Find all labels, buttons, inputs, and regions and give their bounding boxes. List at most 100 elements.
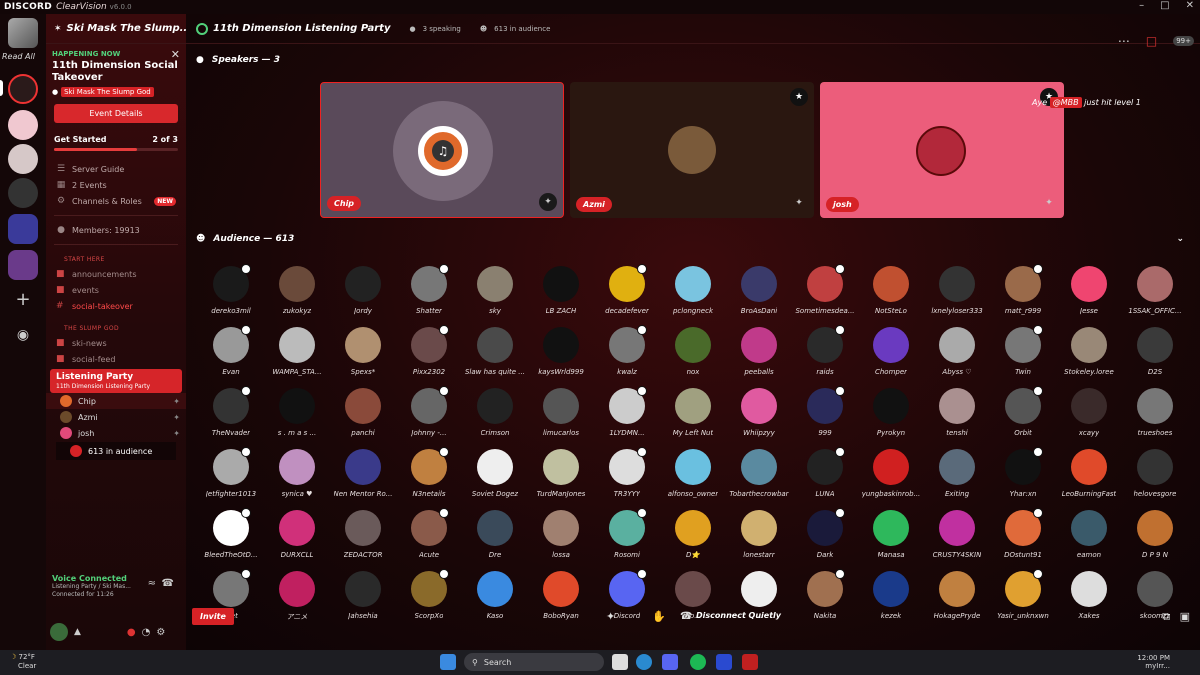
audience-member[interactable]: pclongneck	[660, 266, 726, 322]
audience-member[interactable]: Johnny -...	[396, 386, 462, 444]
audience-member[interactable]: alfonso_owner	[660, 449, 726, 505]
server-header[interactable]: ✶ Ski Mask The Slump... ⌄	[46, 14, 203, 44]
channel-events[interactable]: ■ events	[46, 282, 186, 298]
audience-member[interactable]: TheNvader	[198, 386, 264, 444]
audience-member[interactable]: DURXCLL	[264, 510, 330, 566]
audience-member[interactable]: LeoBurningFast	[1056, 449, 1122, 505]
audience-member[interactable]: Soviet Dogez	[462, 449, 528, 505]
audience-member[interactable]: Abyss ♡	[924, 327, 990, 383]
more-options-icon[interactable]: ⋯	[1118, 34, 1130, 48]
audience-member[interactable]: TR3YYY	[594, 447, 660, 505]
audience-member[interactable]: Sometimesdea...	[792, 264, 858, 322]
home-avatar[interactable]	[8, 18, 38, 48]
audience-member[interactable]: N3netails	[396, 447, 462, 505]
audience-member[interactable]: LB ZACH	[528, 266, 594, 322]
audience-member[interactable]: Shatter	[396, 264, 462, 322]
disconnect-icon[interactable]: ☎	[162, 578, 174, 589]
audience-member[interactable]: Dark	[792, 508, 858, 566]
audience-member[interactable]: NotSteLo	[858, 266, 924, 322]
explore-icon[interactable]: ◉	[8, 320, 38, 350]
event-details-button[interactable]: Event Details	[54, 104, 178, 123]
nav-server-guide[interactable]: ☰ Server Guide	[46, 161, 186, 177]
invite-button[interactable]: Invite	[192, 608, 234, 625]
audience-member[interactable]: lxnelyloser333	[924, 266, 990, 322]
audience-member[interactable]: Acute	[396, 508, 462, 566]
audience-member[interactable]: yungbaskinrob...	[858, 449, 924, 505]
audience-member[interactable]: s . m a s ...	[264, 388, 330, 444]
stage-channel-listening-party[interactable]: Listening Party 11th Dimension Listening…	[50, 369, 182, 393]
nav-events[interactable]: ▦ 2 Events	[46, 177, 186, 193]
add-server-icon[interactable]: +	[8, 286, 38, 316]
discord-icon[interactable]	[662, 654, 678, 670]
audience-member[interactable]: kwalz	[594, 325, 660, 383]
speaker-tile-josh[interactable]: ★ josh ✦	[820, 82, 1064, 218]
audience-member[interactable]: tenshi	[924, 388, 990, 444]
audience-member[interactable]: dereko3mil	[198, 264, 264, 322]
headphones-icon[interactable]: ◔	[142, 627, 151, 638]
fullscreen-icon[interactable]: ▣	[1180, 610, 1190, 623]
server-folder-icon[interactable]	[8, 214, 38, 244]
popout-icon[interactable]: ⧉	[1162, 610, 1170, 624]
weather-widget[interactable]: ☽ 72°F Clear	[10, 653, 36, 671]
category-slump-god[interactable]: THE SLUMP GOD	[46, 320, 186, 335]
chevron-down-icon[interactable]: ⌄	[1176, 234, 1184, 244]
audience-member[interactable]: sky	[462, 266, 528, 322]
mic-icon[interactable]: ●	[127, 627, 136, 638]
audience-member[interactable]: trueshoes	[1122, 388, 1188, 444]
audience-member[interactable]: 1LYDMN...	[594, 386, 660, 444]
noise-suppression-icon[interactable]: ≈	[148, 578, 156, 589]
channel-announcements[interactable]: ■ announcements	[46, 266, 186, 282]
audience-member[interactable]: Twin	[990, 325, 1056, 383]
spotify-icon[interactable]	[690, 654, 706, 670]
audience-member[interactable]: helovesgore	[1122, 449, 1188, 505]
maximize-icon[interactable]: □	[1160, 0, 1169, 11]
audience-member[interactable]: Nen Mentor Ro...	[330, 449, 396, 505]
audience-member[interactable]: synica ♥	[264, 449, 330, 505]
audience-member[interactable]: Jordy	[330, 266, 396, 322]
mcafee-icon[interactable]	[742, 654, 758, 670]
channel-social-takeover[interactable]: # social-takeover	[46, 298, 186, 314]
audience-member[interactable]: ZEDACTOR	[330, 510, 396, 566]
edge-icon[interactable]	[636, 654, 652, 670]
audience-member[interactable]: nox	[660, 327, 726, 383]
close-icon[interactable]: ✕	[171, 48, 180, 61]
minimize-icon[interactable]: –	[1139, 0, 1144, 11]
audience-member[interactable]: Slaw has quite ...	[462, 327, 528, 383]
audience-member[interactable]: lossa	[528, 510, 594, 566]
inbox-icon[interactable]: □	[1146, 34, 1157, 48]
category-start-here[interactable]: START HERE	[46, 251, 186, 266]
audience-member[interactable]: Chomper	[858, 327, 924, 383]
stage-member[interactable]: Chip ✦	[46, 393, 186, 409]
start-icon[interactable]	[440, 654, 456, 670]
channel-ski-news[interactable]: ■ ski-news	[46, 335, 186, 351]
server-icon[interactable]	[8, 178, 38, 208]
task-view-icon[interactable]	[612, 654, 628, 670]
audience-member[interactable]: WAMPA_STA...	[264, 327, 330, 383]
speaker-tile-chip[interactable]: ♫ Chip ✦	[320, 82, 564, 218]
audience-member[interactable]: Jesse	[1056, 266, 1122, 322]
audience-member[interactable]: DOstunt91	[990, 508, 1056, 566]
audience-member[interactable]: LUNA	[792, 447, 858, 505]
audience-member[interactable]: peeballs	[726, 327, 792, 383]
audience-member[interactable]: Crimson	[462, 388, 528, 444]
audience-count[interactable]: 613 in audience	[56, 442, 176, 460]
audience-member[interactable]: Exiting	[924, 449, 990, 505]
clock[interactable]: 12:00 PM myIrr...	[1137, 654, 1170, 670]
audience-member[interactable]: raids	[792, 325, 858, 383]
audience-member[interactable]: xcayy	[1056, 388, 1122, 444]
app-icon[interactable]	[716, 654, 732, 670]
audience-member[interactable]: Pyrokyn	[858, 388, 924, 444]
channel-social-feed[interactable]: ■ social-feed	[46, 351, 186, 367]
audience-member[interactable]: zukokyz	[264, 266, 330, 322]
audience-member[interactable]: Whiipzyy	[726, 388, 792, 444]
audience-member[interactable]: Stokeley.loree	[1056, 327, 1122, 383]
audience-member[interactable]: Jetfighter1013	[198, 447, 264, 505]
audience-member[interactable]: kaysWrld999	[528, 327, 594, 383]
raise-hand-icon[interactable]: ✋	[652, 610, 666, 623]
taskbar-search[interactable]: ⚲ Search	[464, 653, 604, 671]
audience-member[interactable]: Tobarthecrowbar	[726, 449, 792, 505]
stage-member[interactable]: Azmi ✦	[46, 409, 186, 425]
members-count[interactable]: ● Members: 19913	[46, 222, 186, 238]
audience-member[interactable]: BleedTheOtD...	[198, 508, 264, 566]
read-all-button[interactable]: Read All	[2, 52, 35, 61]
